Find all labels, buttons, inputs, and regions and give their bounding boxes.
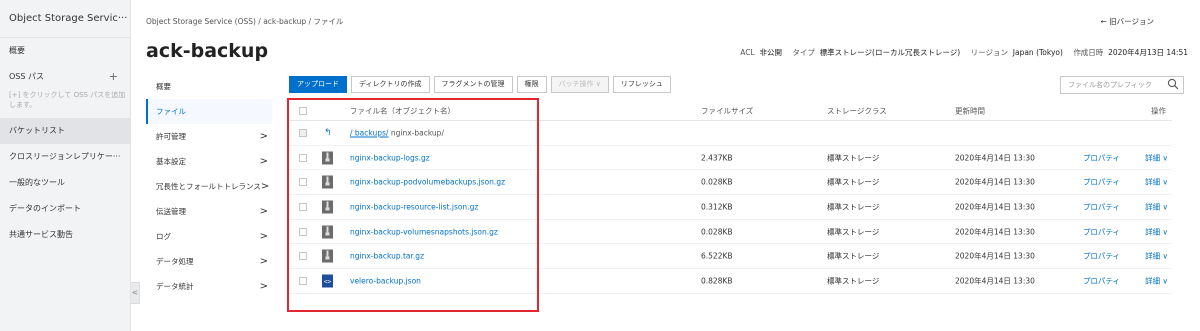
storage-class: 標準ストレージ bbox=[827, 227, 880, 237]
updated-time: 2020年4月14日 13:30 bbox=[955, 251, 1035, 261]
details-dropdown[interactable]: 詳細 ∨ bbox=[1145, 251, 1168, 262]
chevron-right-icon: > bbox=[259, 131, 268, 142]
file-size: 0.028KB bbox=[701, 227, 733, 237]
storage-class: 標準ストレージ bbox=[827, 153, 880, 163]
col-actions: 操作 bbox=[1151, 106, 1166, 115]
subnav-files[interactable]: ファイル bbox=[146, 99, 272, 124]
old-version-link[interactable]: ← 旧バージョン bbox=[1100, 16, 1154, 27]
details-dropdown[interactable]: 詳細 ∨ bbox=[1145, 177, 1168, 188]
storage-class: 標準ストレージ bbox=[827, 251, 880, 261]
chevron-right-icon: > bbox=[259, 256, 268, 267]
subnav-basic-settings[interactable]: 基本設定 > bbox=[146, 149, 272, 174]
chevron-right-icon: > bbox=[259, 206, 268, 217]
file-toolbar: アップロード ディレクトリの作成 フラグメントの管理 権限 バッチ操作 ∨ リフ… bbox=[289, 76, 671, 93]
nav-data-import[interactable]: データのインポート bbox=[0, 196, 130, 222]
oss-path-hint: [+] をクリックして OSS パスを追加します。 bbox=[9, 91, 126, 109]
chevron-right-icon: > bbox=[260, 181, 270, 192]
subnav-redundancy[interactable]: 冗長性とフォールトトレランス > bbox=[146, 174, 272, 199]
col-file-size[interactable]: ファイルサイズ bbox=[701, 105, 753, 116]
subnav-label: ファイル bbox=[156, 107, 186, 116]
storage-class: 標準ストレージ bbox=[827, 276, 880, 286]
subnav-logs[interactable]: ログ > bbox=[146, 224, 272, 249]
bucket-subnav: 概要 ファイル 許可管理 > 基本設定 > 冗長性とフォールトトレランス > 伝送管理… bbox=[146, 74, 272, 299]
subnav-label: 許可管理 bbox=[156, 132, 186, 141]
collapse-sidebar-icon[interactable]: < bbox=[131, 282, 140, 304]
region-value: Japan (Tokyo) bbox=[1012, 48, 1063, 57]
details-dropdown[interactable]: 詳細 ∨ bbox=[1145, 152, 1168, 163]
updated-time: 2020年4月14日 13:30 bbox=[955, 276, 1035, 286]
chevron-right-icon: > bbox=[259, 231, 268, 242]
file-size: 0.028KB bbox=[701, 177, 733, 187]
subnav-label: データ処理 bbox=[156, 257, 194, 266]
search-placeholder: ファイル名のプレフィック bbox=[1068, 81, 1152, 89]
product-title[interactable]: Object Storage Servic··· bbox=[0, 0, 130, 38]
created-label: 作成日時 bbox=[1073, 48, 1104, 57]
nav-common-tools[interactable]: 一般的なツール bbox=[0, 170, 130, 196]
properties-link[interactable]: プロパティ bbox=[1083, 251, 1120, 262]
details-dropdown[interactable]: 詳細 ∨ bbox=[1145, 275, 1168, 286]
breadcrumb[interactable]: Object Storage Service (OSS) / ack-backu… bbox=[146, 16, 343, 27]
nav-service-notices[interactable]: 共通サービス動告 bbox=[0, 222, 130, 248]
details-dropdown[interactable]: 詳細 ∨ bbox=[1145, 201, 1168, 212]
file-size: 2.437KB bbox=[701, 153, 733, 163]
upload-button[interactable]: アップロード bbox=[289, 76, 347, 93]
nav-cross-region[interactable]: クロスリージョンレプリケー··· bbox=[0, 144, 130, 170]
subnav-label: 冗長性とフォールトトレランス bbox=[156, 182, 261, 191]
permissions-button[interactable]: 権限 bbox=[516, 76, 547, 93]
create-directory-button[interactable]: ディレクトリの作成 bbox=[351, 76, 430, 93]
add-path-icon[interactable]: + bbox=[109, 64, 118, 90]
chevron-right-icon: > bbox=[259, 156, 268, 167]
col-storage-class[interactable]: ストレージクラス bbox=[827, 105, 887, 116]
storage-class: 標準ストレージ bbox=[827, 202, 880, 212]
properties-link[interactable]: プロパティ bbox=[1083, 152, 1120, 163]
details-dropdown[interactable]: 詳細 ∨ bbox=[1145, 226, 1168, 237]
nav-oss-path-label: OSS パス bbox=[9, 72, 44, 81]
properties-link[interactable]: プロパティ bbox=[1083, 201, 1120, 212]
search-input[interactable]: ファイル名のプレフィック bbox=[1060, 76, 1184, 94]
subnav-label: 伝送管理 bbox=[156, 207, 186, 216]
nav-oss-path[interactable]: OSS パス + bbox=[0, 64, 130, 90]
type-label: タイプ bbox=[792, 48, 815, 57]
file-size: 0.312KB bbox=[701, 202, 733, 212]
properties-link[interactable]: プロパティ bbox=[1083, 226, 1120, 237]
properties-link[interactable]: プロパティ bbox=[1083, 177, 1120, 188]
subnav-data-stats[interactable]: データ統計 > bbox=[146, 274, 272, 299]
col-updated[interactable]: 更新時間 bbox=[955, 105, 985, 116]
bucket-meta: ACL 非公開 タイプ 標準ストレージ(ローカル冗長ストレージ) リージョン J… bbox=[740, 47, 1188, 58]
subnav-permissions[interactable]: 許可管理 > bbox=[146, 124, 272, 149]
page-title: ack-backup bbox=[146, 40, 269, 62]
acl-value: 非公開 bbox=[759, 48, 783, 57]
subnav-overview[interactable]: 概要 bbox=[146, 74, 272, 99]
batch-operations-button[interactable]: バッチ操作 ∨ bbox=[550, 76, 609, 93]
search-icon[interactable] bbox=[1167, 78, 1179, 90]
updated-time: 2020年4月14日 13:30 bbox=[955, 227, 1035, 237]
updated-time: 2020年4月14日 13:30 bbox=[955, 177, 1035, 187]
subnav-transfer[interactable]: 伝送管理 > bbox=[146, 199, 272, 224]
type-value: 標準ストレージ(ローカル冗長ストレージ) bbox=[819, 48, 961, 57]
file-size: 6.522KB bbox=[701, 251, 733, 261]
updated-time: 2020年4月14日 13:30 bbox=[955, 153, 1035, 163]
created-value: 2020年4月13日 14:51 bbox=[1108, 48, 1188, 57]
nav-overview[interactable]: 概要 bbox=[0, 38, 130, 64]
subnav-label: 基本設定 bbox=[156, 157, 186, 166]
updated-time: 2020年4月14日 13:30 bbox=[955, 202, 1035, 212]
acl-label: ACL bbox=[740, 48, 755, 57]
subnav-label: 概要 bbox=[156, 82, 171, 91]
file-size: 0.828KB bbox=[701, 276, 733, 286]
nav-bucket-list[interactable]: バケットリスト bbox=[0, 118, 130, 144]
properties-link[interactable]: プロパティ bbox=[1083, 275, 1120, 286]
subnav-data-processing[interactable]: データ処理 > bbox=[146, 249, 272, 274]
left-nav: Object Storage Servic··· 概要 OSS パス + [+]… bbox=[0, 0, 131, 331]
subnav-label: ログ bbox=[156, 232, 171, 241]
refresh-button[interactable]: リフレッシュ bbox=[612, 76, 671, 93]
subnav-label: データ統計 bbox=[156, 282, 194, 291]
region-label: リージョン bbox=[970, 48, 1008, 57]
storage-class: 標準ストレージ bbox=[827, 177, 880, 187]
manage-fragments-button[interactable]: フラグメントの管理 bbox=[433, 76, 513, 93]
chevron-right-icon: > bbox=[259, 281, 268, 292]
highlight-box bbox=[287, 98, 539, 312]
